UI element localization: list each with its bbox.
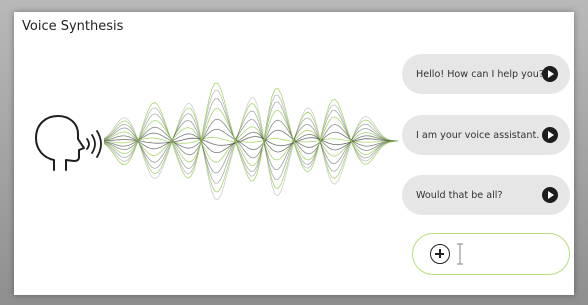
plus-circle-icon[interactable] (430, 244, 450, 264)
message-bubble-1[interactable]: Hello! How can I help you? (402, 54, 570, 94)
play-icon[interactable] (542, 66, 558, 82)
play-icon[interactable] (542, 187, 558, 203)
card-title: Voice Synthesis (22, 19, 124, 34)
message-bubble-2[interactable]: I am your voice assistant. (402, 115, 570, 155)
play-icon[interactable] (542, 127, 558, 143)
speaking-head-icon (35, 115, 102, 171)
message-text: Hello! How can I help you? (416, 68, 544, 80)
message-bubble-3[interactable]: Would that be all? (402, 175, 570, 215)
message-input[interactable] (412, 233, 570, 275)
message-text: Would that be all? (416, 189, 503, 201)
voice-waveform (104, 82, 399, 200)
message-text: I am your voice assistant. (416, 129, 540, 141)
text-cursor-icon (457, 243, 463, 265)
